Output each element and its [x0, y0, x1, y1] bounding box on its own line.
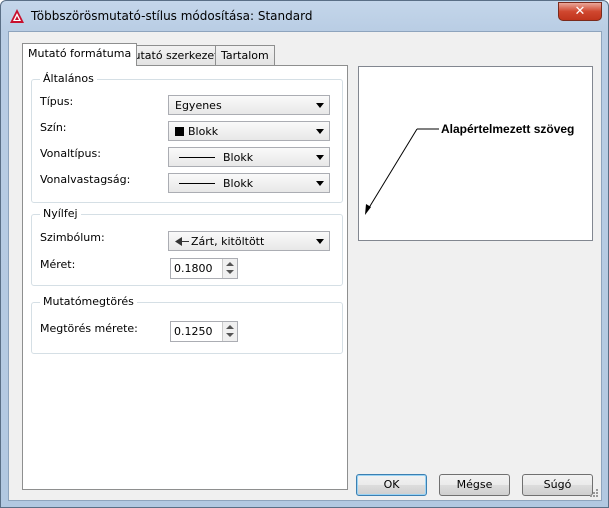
line-sample-icon — [179, 183, 215, 184]
cancel-label: Mégse — [456, 478, 493, 491]
type-value: Egyenes — [175, 99, 222, 112]
color-value: Blokk — [188, 125, 219, 138]
tab-label: Mutató formátuma — [28, 47, 132, 60]
title-bar[interactable]: Többszörösmutató-stílus módosítása: Stan… — [1, 1, 608, 31]
tab-panel-leader-format: Általános Típus: Egyenes Szín: Blokk Von… — [22, 65, 348, 490]
group-title-landing-break: Mutatómegtörés — [40, 295, 137, 308]
ok-button[interactable]: OK — [356, 474, 427, 496]
break-size-value: 0.1250 — [174, 325, 213, 338]
linetype-dropdown[interactable]: Blokk — [168, 147, 330, 167]
color-label: Szín: — [40, 121, 67, 134]
dialog-client: Mutató formátuma Mutató szerkezete Tarta… — [8, 31, 602, 501]
break-size-spinner[interactable]: 0.1250 — [170, 321, 238, 342]
lineweight-value: Blokk — [223, 177, 254, 190]
dialog-window: Többszörösmutató-stílus módosítása: Stan… — [0, 0, 609, 508]
size-value: 0.1800 — [174, 262, 213, 275]
spin-down-icon[interactable] — [226, 333, 234, 337]
arrowhead-group: Nyílfej Szimbólum: Zárt, kitöltött Méret… — [31, 207, 343, 286]
symbol-label: Szimbólum: — [40, 231, 105, 244]
type-label: Típus: — [40, 95, 74, 108]
size-spinner[interactable]: 0.1800 — [170, 258, 238, 279]
size-label: Méret: — [40, 258, 76, 271]
closed-filled-arrow-icon — [175, 237, 189, 246]
lineweight-dropdown[interactable]: Blokk — [168, 173, 330, 193]
tab-content[interactable]: Tartalom — [215, 45, 275, 65]
tab-leader-format[interactable]: Mutató formátuma — [22, 43, 138, 66]
ok-label: OK — [383, 478, 400, 491]
break-size-spinner-buttons[interactable] — [222, 322, 237, 341]
group-title-general: Általános — [40, 72, 97, 85]
landing-break-group: Mutatómegtörés Megtörés mérete: 0.1250 — [31, 295, 343, 354]
symbol-value: Zárt, kitöltött — [191, 235, 265, 248]
type-dropdown[interactable]: Egyenes — [168, 95, 330, 115]
size-spinner-buttons[interactable] — [222, 259, 237, 278]
chevron-down-icon — [316, 239, 324, 244]
preview-pane: Alapértelmezett szöveg — [358, 66, 593, 241]
linetype-label: Vonaltípus: — [40, 147, 101, 160]
symbol-dropdown[interactable]: Zárt, kitöltött — [168, 231, 330, 251]
close-button[interactable]: ✕ — [558, 2, 602, 21]
group-title-arrowhead: Nyílfej — [40, 207, 81, 220]
autocad-app-icon — [10, 9, 24, 23]
chevron-down-icon — [316, 155, 324, 160]
color-dropdown[interactable]: Blokk — [168, 121, 330, 141]
help-label: Súgó — [543, 478, 572, 491]
break-size-label: Megtörés mérete: — [40, 322, 138, 335]
spin-up-icon[interactable] — [226, 262, 234, 266]
lineweight-label: Vonalvastagság: — [40, 173, 131, 186]
chevron-down-icon — [316, 129, 324, 134]
general-group: Általános Típus: Egyenes Szín: Blokk Von… — [31, 72, 343, 203]
resize-grip-icon[interactable] — [589, 488, 599, 498]
leader-preview-graphic — [365, 128, 439, 215]
window-title: Többszörösmutató-stílus módosítása: Stan… — [31, 9, 313, 23]
tab-label: Tartalom — [221, 49, 269, 62]
line-sample-icon — [179, 157, 215, 158]
tab-label: Mutató szerkezete — [124, 49, 226, 62]
spin-down-icon[interactable] — [226, 270, 234, 274]
cancel-button[interactable]: Mégse — [439, 474, 510, 496]
help-button[interactable]: Súgó — [522, 474, 593, 496]
linetype-value: Blokk — [223, 151, 254, 164]
chevron-down-icon — [316, 181, 324, 186]
chevron-down-icon — [316, 103, 324, 108]
color-swatch-icon — [175, 127, 184, 136]
preview-default-text: Alapértelmezett szöveg — [441, 122, 575, 136]
spin-up-icon[interactable] — [226, 325, 234, 329]
close-icon: ✕ — [574, 4, 586, 19]
